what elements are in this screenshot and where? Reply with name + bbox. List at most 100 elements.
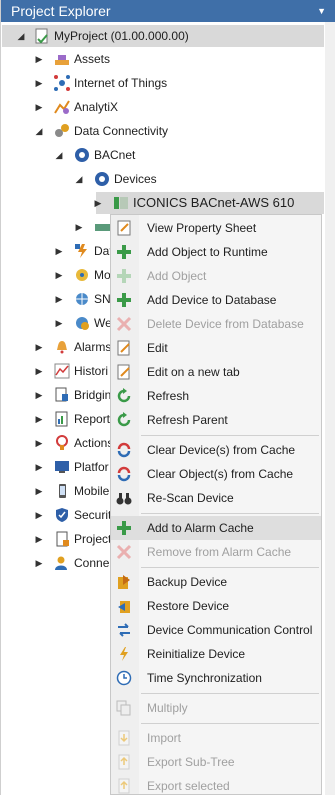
tree-item-we[interactable]: ▶ We bbox=[2, 312, 112, 334]
menu-item-device-communication-control[interactable]: Device Communication Control bbox=[111, 618, 321, 642]
expand-arrow-icon[interactable]: ▶ bbox=[54, 264, 64, 286]
data-icon bbox=[74, 243, 90, 259]
refresh-icon bbox=[116, 412, 132, 428]
devices-icon bbox=[94, 171, 110, 187]
binoculars-icon bbox=[116, 490, 132, 506]
tree-item-analytix[interactable]: ▶ AnalytiX bbox=[2, 96, 324, 118]
expand-arrow-icon[interactable]: ▶ bbox=[74, 216, 84, 238]
menu-item-view-property-sheet[interactable]: View Property Sheet bbox=[111, 216, 321, 240]
tree-label: Assets bbox=[74, 52, 111, 66]
expand-arrow-icon[interactable]: ▶ bbox=[54, 288, 64, 310]
menu-item-add-object[interactable]: Add Object bbox=[111, 264, 321, 288]
add-plus-icon bbox=[116, 268, 132, 284]
tree-item-mobile[interactable]: ▶ Mobile bbox=[2, 480, 110, 502]
expand-arrow-icon[interactable]: ▶ bbox=[34, 336, 44, 358]
tree-item-platfor[interactable]: ▶ Platfor bbox=[2, 456, 110, 478]
collapse-arrow-icon[interactable]: ◢ bbox=[34, 120, 44, 142]
refresh-icon bbox=[116, 388, 132, 404]
collapse-arrow-icon[interactable]: ◢ bbox=[16, 25, 26, 47]
tree-item-securit[interactable]: ▶ Securit bbox=[2, 504, 112, 526]
menu-item-time-synchronization[interactable]: Time Synchronization bbox=[111, 666, 321, 690]
actions-icon bbox=[54, 435, 70, 451]
tree-label: Actions bbox=[74, 436, 114, 450]
tree-item-actions[interactable]: ▶ Actions bbox=[2, 432, 114, 454]
menu-item-clear-devices-cache[interactable]: Clear Device(s) from Cache bbox=[111, 438, 321, 462]
add-plus-icon bbox=[116, 520, 132, 536]
menu-item-restore-device[interactable]: Restore Device bbox=[111, 594, 321, 618]
menu-item-import[interactable]: Import bbox=[111, 726, 321, 750]
communication-arrows-icon bbox=[116, 622, 132, 638]
menu-item-export-selected[interactable]: Export selected bbox=[111, 774, 321, 798]
menu-item-refresh-parent[interactable]: Refresh Parent bbox=[111, 408, 321, 432]
tree-item-device-selected[interactable]: ▶ ICONICS BACnet-AWS 610 bbox=[93, 192, 324, 214]
tree-item-devices[interactable]: ◢ Devices bbox=[2, 168, 324, 190]
tree-item-mo[interactable]: ▶ Mo bbox=[2, 264, 111, 286]
expand-arrow-icon[interactable]: ▶ bbox=[34, 48, 44, 70]
property-sheet-icon bbox=[116, 220, 132, 236]
tree-label: Securit bbox=[74, 508, 112, 522]
tree-item-project[interactable]: ▶ Project bbox=[2, 528, 111, 550]
menu-item-rescan-device[interactable]: Re-Scan Device bbox=[111, 486, 321, 510]
menu-item-remove-alarm-cache[interactable]: Remove from Alarm Cache bbox=[111, 540, 321, 564]
expand-arrow-icon[interactable]: ▶ bbox=[34, 72, 44, 94]
expand-arrow-icon[interactable]: ▶ bbox=[34, 504, 44, 526]
expand-arrow-icon[interactable]: ▶ bbox=[34, 360, 44, 382]
tree-item-alarms[interactable]: ▶ Alarms bbox=[2, 336, 112, 358]
expand-arrow-icon[interactable]: ▶ bbox=[34, 384, 44, 406]
tree-item-report[interactable]: ▶ Report bbox=[2, 408, 110, 430]
clear-cache-icon bbox=[116, 466, 132, 482]
menu-item-edit-new-tab[interactable]: Edit on a new tab bbox=[111, 360, 321, 384]
add-plus-icon bbox=[116, 292, 132, 308]
tree-item-data-connectivity[interactable]: ◢ Data Connectivity bbox=[2, 120, 324, 142]
modbus-icon bbox=[74, 267, 90, 283]
tree-item-sni[interactable]: ▶ SNI bbox=[2, 288, 114, 310]
tree-item-collapsed-device[interactable]: ▶ bbox=[2, 216, 110, 238]
tree-label: Bridgin bbox=[74, 388, 112, 402]
tree-item-bridgin[interactable]: ▶ Bridgin bbox=[2, 384, 112, 406]
menu-item-clear-objects-cache[interactable]: Clear Object(s) from Cache bbox=[111, 462, 321, 486]
collapse-arrow-icon[interactable]: ◢ bbox=[74, 168, 84, 190]
tree-item-histori[interactable]: ▶ Histori bbox=[2, 360, 110, 382]
menu-item-multiply[interactable]: Multiply bbox=[111, 696, 321, 720]
menu-item-edit[interactable]: Edit bbox=[111, 336, 321, 360]
clock-icon bbox=[116, 670, 132, 686]
tree-item-conne[interactable]: ▶ Conne bbox=[2, 552, 110, 574]
menu-item-delete-device-db[interactable]: Delete Device from Database bbox=[111, 312, 321, 336]
menu-item-refresh[interactable]: Refresh bbox=[111, 384, 321, 408]
expand-arrow-icon[interactable]: ▶ bbox=[34, 408, 44, 430]
export-icon bbox=[116, 778, 132, 794]
expand-arrow-icon[interactable]: ▶ bbox=[34, 432, 44, 454]
panel-title: Project Explorer bbox=[11, 3, 111, 19]
menu-item-backup-device[interactable]: Backup Device bbox=[111, 570, 321, 594]
tree-item-iot[interactable]: ▶ Internet of Things bbox=[2, 72, 324, 94]
tree-item-assets[interactable]: ▶ Assets bbox=[2, 48, 324, 70]
tree-item-myproject[interactable]: ◢ MyProject (01.00.000.00) bbox=[2, 25, 324, 47]
delete-x-icon bbox=[116, 544, 132, 560]
expand-arrow-icon[interactable]: ▶ bbox=[34, 480, 44, 502]
tree-label: MyProject (01.00.000.00) bbox=[54, 29, 189, 43]
expand-arrow-icon[interactable]: ▶ bbox=[34, 528, 44, 550]
expand-arrow-icon[interactable]: ▶ bbox=[54, 312, 64, 334]
menu-item-add-object-runtime[interactable]: Add Object to Runtime bbox=[111, 240, 321, 264]
menu-separator bbox=[141, 693, 319, 694]
vertical-scrollbar[interactable] bbox=[325, 22, 335, 795]
collapse-arrow-icon[interactable]: ◢ bbox=[54, 144, 64, 166]
menu-separator bbox=[141, 567, 319, 568]
expand-arrow-icon[interactable]: ▶ bbox=[54, 240, 64, 262]
expand-arrow-icon[interactable]: ▶ bbox=[93, 192, 103, 214]
assets-icon bbox=[54, 51, 70, 67]
tree-item-bacnet[interactable]: ◢ BACnet bbox=[2, 144, 324, 166]
tree-label: Internet of Things bbox=[74, 76, 168, 90]
menu-item-add-device-db[interactable]: Add Device to Database bbox=[111, 288, 321, 312]
menu-item-export-subtree[interactable]: Export Sub-Tree bbox=[111, 750, 321, 774]
expand-arrow-icon[interactable]: ▶ bbox=[34, 552, 44, 574]
historian-icon bbox=[54, 363, 70, 379]
edit-pencil-icon bbox=[116, 340, 132, 356]
expand-arrow-icon[interactable]: ▶ bbox=[34, 96, 44, 118]
mobile-icon bbox=[54, 483, 70, 499]
tree-item-dat[interactable]: ▶ Dat bbox=[2, 240, 113, 262]
menu-item-add-alarm-cache[interactable]: Add to Alarm Cache bbox=[111, 516, 321, 540]
expand-arrow-icon[interactable]: ▶ bbox=[34, 456, 44, 478]
panel-menu-dropdown-icon[interactable]: ▼ bbox=[317, 0, 326, 22]
menu-item-reinitialize-device[interactable]: Reinitialize Device bbox=[111, 642, 321, 666]
